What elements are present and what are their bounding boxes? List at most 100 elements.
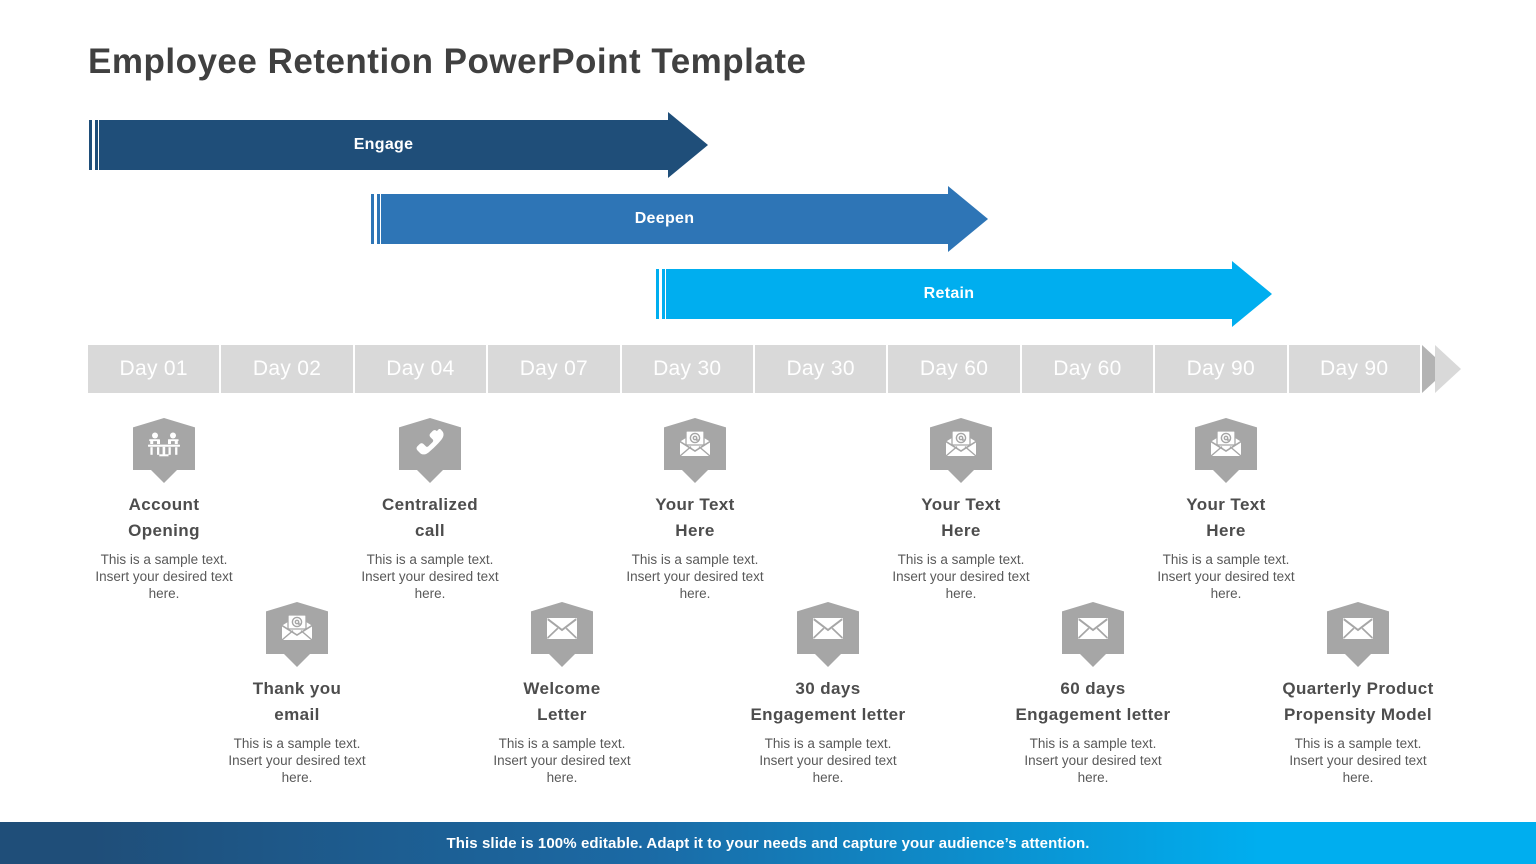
milestone-item[interactable]: Account Opening This is a sample text. In… xyxy=(64,418,264,603)
milestone-badge xyxy=(531,602,593,667)
badge-pointer xyxy=(1213,470,1239,483)
milestone-description: This is a sample text. Insert your desir… xyxy=(1157,552,1295,601)
milestone-item[interactable]: 30 days Engagement letter This is a sampl… xyxy=(728,602,928,787)
milestone-description: This is a sample text. Insert your desir… xyxy=(1289,736,1427,785)
milestone-badge xyxy=(1062,602,1124,667)
timeline-day-label: Day 01 xyxy=(119,357,188,380)
phase-arrow-body: Retain xyxy=(666,269,1232,319)
milestone-title: Your Text Here xyxy=(655,495,735,540)
timeline-day-label: Day 07 xyxy=(519,357,589,380)
open-envelope-at-icon xyxy=(930,418,992,470)
timeline-cell[interactable]: Day 30 xyxy=(621,345,755,393)
milestone-title: Quarterly Product Propensity Model xyxy=(1282,679,1434,724)
footer-text: This slide is 100% editable. Adapt it to… xyxy=(446,834,1090,852)
milestone-description: This is a sample text. Insert your desir… xyxy=(626,552,764,601)
timeline-cell[interactable]: Day 90 xyxy=(1288,345,1422,393)
open-envelope-at-icon xyxy=(1195,418,1257,470)
badge-pointer xyxy=(417,470,443,483)
phase-arrow-stripes xyxy=(370,194,381,244)
chevron-right-icon xyxy=(1434,345,1461,393)
badge-pointer xyxy=(284,654,310,667)
closed-envelope-icon xyxy=(1327,602,1389,654)
badge-pointer xyxy=(682,470,708,483)
timeline-day-label: Day 30 xyxy=(786,357,855,380)
milestone-title: Your Text Here xyxy=(1186,495,1266,540)
open-envelope-at-icon xyxy=(266,602,328,654)
timeline-day-label: Day 02 xyxy=(252,357,322,380)
phone-icon xyxy=(399,418,461,470)
milestone-description: This is a sample text. Insert your desir… xyxy=(759,736,897,785)
phase-arrow-engage: Engage xyxy=(88,112,708,178)
milestone-description: This is a sample text. Insert your desir… xyxy=(95,552,233,601)
timeline-day-label: Day 90 xyxy=(1320,357,1389,380)
milestone-item[interactable]: Centralized call This is a sample text. I… xyxy=(330,418,530,603)
timeline-day-label: Day 60 xyxy=(1053,357,1122,380)
badge-pointer xyxy=(1080,654,1106,667)
milestone-item[interactable]: Thank you email This is a sample text. In… xyxy=(197,602,397,787)
timeline-cell[interactable]: Day 90 xyxy=(1155,345,1289,393)
badge-pointer xyxy=(948,470,974,483)
badge-pointer xyxy=(549,654,575,667)
milestone-item[interactable]: Quarterly Product Propensity Model This i… xyxy=(1258,602,1458,787)
page-title: Employee Retention PowerPoint Template xyxy=(88,42,807,81)
badge-pointer xyxy=(815,654,841,667)
milestone-description: This is a sample text. Insert your desir… xyxy=(1024,736,1162,785)
timeline-day-label: Day 60 xyxy=(919,357,989,380)
milestone-item[interactable]: 60 days Engagement letter This is a sampl… xyxy=(993,602,1193,787)
open-envelope-at-icon xyxy=(664,418,726,470)
milestone-badge xyxy=(399,418,461,483)
phase-arrow-head xyxy=(948,186,988,252)
milestone-description: This is a sample text. Insert your desir… xyxy=(493,736,631,785)
badge-pointer xyxy=(1345,654,1371,667)
milestone-title: Welcome Letter xyxy=(523,679,601,724)
phase-arrow-head xyxy=(1232,261,1272,327)
phase-arrow-deepen: Deepen xyxy=(370,186,988,252)
timeline-day-bar: Day 01 Day 02 Day 04 Day 07 Day 30 Day 30 Day … xyxy=(88,345,1461,393)
milestone-title: 60 days Engagement letter xyxy=(1015,679,1171,724)
closed-envelope-icon xyxy=(1062,602,1124,654)
closed-envelope-icon xyxy=(531,602,593,654)
timeline-day-label: Day 30 xyxy=(653,357,722,380)
phase-arrow-retain: Retain xyxy=(655,261,1272,327)
meeting-icon xyxy=(133,418,195,470)
phase-arrow-stripes xyxy=(88,120,99,170)
footer-bar: This slide is 100% editable. Adapt it to… xyxy=(0,822,1536,864)
timeline-cell[interactable]: Day 04 xyxy=(354,345,489,393)
milestone-badge xyxy=(664,418,726,483)
closed-envelope-icon xyxy=(797,602,859,654)
milestone-badge xyxy=(266,602,328,667)
phase-arrow-body: Engage xyxy=(99,120,668,170)
milestone-item[interactable]: Your Text Here This is a sample text. Ins… xyxy=(595,418,795,603)
milestone-badge xyxy=(797,602,859,667)
timeline-cell[interactable]: Day 30 xyxy=(754,345,889,393)
milestone-title: 30 days Engagement letter xyxy=(750,679,906,724)
timeline-day-label: Day 04 xyxy=(386,357,455,380)
milestone-item[interactable]: Your Text Here This is a sample text. Ins… xyxy=(1126,418,1326,603)
milestone-title: Centralized call xyxy=(381,495,479,540)
phase-arrow-label: Engage xyxy=(353,136,414,153)
timeline-cell[interactable]: Day 02 xyxy=(221,345,355,393)
timeline-cell[interactable]: Day 07 xyxy=(488,345,622,393)
milestone-description: This is a sample text. Insert your desir… xyxy=(361,552,499,601)
timeline-day-label: Day 90 xyxy=(1186,357,1255,380)
milestone-title: Your Text Here xyxy=(921,495,1001,540)
milestone-description: This is a sample text. Insert your desir… xyxy=(228,736,366,785)
milestone-title: Thank you email xyxy=(252,679,342,724)
badge-pointer xyxy=(151,470,177,483)
milestone-item[interactable]: Welcome Letter This is a sample text. Ins… xyxy=(462,602,662,787)
timeline-cell[interactable]: Day 60 xyxy=(888,345,1022,393)
milestone-title: Account Opening xyxy=(128,495,200,540)
phase-arrow-label: Deepen xyxy=(634,210,695,227)
timeline-cell[interactable]: Day 01 xyxy=(88,345,222,393)
milestone-badge xyxy=(1327,602,1389,667)
phase-arrow-label: Retain xyxy=(923,285,975,302)
phase-arrow-stripes xyxy=(655,269,666,319)
milestone-badge xyxy=(133,418,195,483)
milestone-item[interactable]: Your Text Here This is a sample text. Ins… xyxy=(861,418,1061,603)
phase-arrow-body: Deepen xyxy=(381,194,948,244)
milestone-description: This is a sample text. Insert your desir… xyxy=(892,552,1030,601)
phase-arrow-head xyxy=(668,112,708,178)
milestone-badge xyxy=(1195,418,1257,483)
timeline-cell[interactable]: Day 60 xyxy=(1021,345,1156,393)
milestone-badge xyxy=(930,418,992,483)
